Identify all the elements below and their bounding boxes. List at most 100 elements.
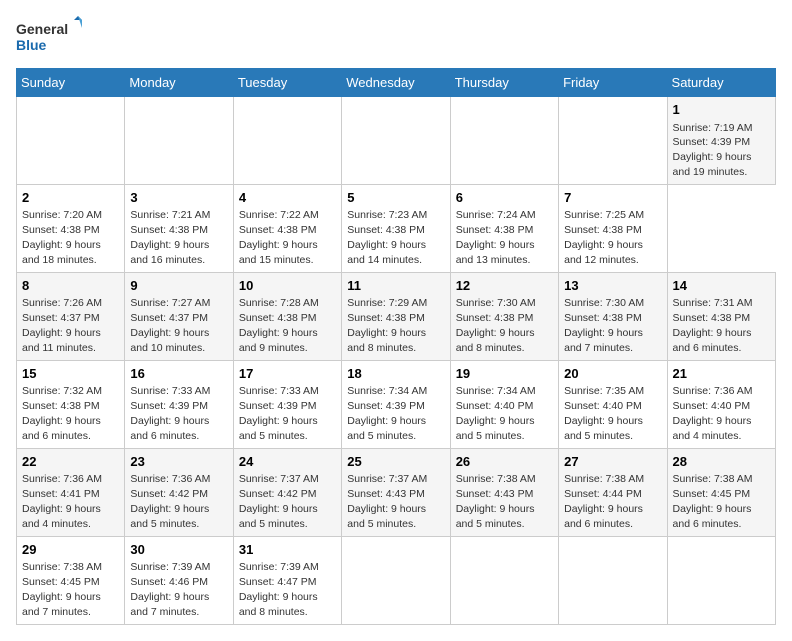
day-info: Sunrise: 7:31 AMSunset: 4:38 PMDaylight:… <box>673 297 753 354</box>
empty-cell <box>125 97 233 185</box>
day-number: 2 <box>22 189 119 207</box>
day-number: 28 <box>673 453 770 471</box>
day-number: 21 <box>673 365 770 383</box>
day-cell: 22 Sunrise: 7:36 AMSunset: 4:41 PMDayligh… <box>17 448 125 536</box>
day-info: Sunrise: 7:25 AMSunset: 4:38 PMDaylight:… <box>564 209 644 266</box>
day-info: Sunrise: 7:39 AMSunset: 4:47 PMDaylight:… <box>239 561 319 618</box>
day-info: Sunrise: 7:37 AMSunset: 4:43 PMDaylight:… <box>347 473 427 530</box>
day-number: 18 <box>347 365 444 383</box>
day-number: 22 <box>22 453 119 471</box>
empty-cell <box>667 536 775 624</box>
day-number: 1 <box>673 101 770 119</box>
day-cell: 23 Sunrise: 7:36 AMSunset: 4:42 PMDayligh… <box>125 448 233 536</box>
day-info: Sunrise: 7:35 AMSunset: 4:40 PMDaylight:… <box>564 385 644 442</box>
day-info: Sunrise: 7:23 AMSunset: 4:38 PMDaylight:… <box>347 209 427 266</box>
day-cell: 24Sunrise: 7:37 AMSunset: 4:42 PMDayligh… <box>233 448 341 536</box>
day-info: Sunrise: 7:36 AMSunset: 4:42 PMDaylight:… <box>130 473 210 530</box>
day-info: Sunrise: 7:29 AMSunset: 4:38 PMDaylight:… <box>347 297 427 354</box>
day-cell: 3Sunrise: 7:21 AMSunset: 4:38 PMDaylight… <box>125 184 233 272</box>
day-info: Sunrise: 7:33 AMSunset: 4:39 PMDaylight:… <box>239 385 319 442</box>
empty-cell <box>559 536 667 624</box>
day-number: 15 <box>22 365 119 383</box>
day-number: 27 <box>564 453 661 471</box>
day-info: Sunrise: 7:36 AMSunset: 4:40 PMDaylight:… <box>673 385 753 442</box>
empty-cell <box>559 97 667 185</box>
day-cell: 15 Sunrise: 7:32 AMSunset: 4:38 PMDayligh… <box>17 360 125 448</box>
day-number: 13 <box>564 277 661 295</box>
day-cell: 2Sunrise: 7:20 AMSunset: 4:38 PMDaylight… <box>17 184 125 272</box>
day-number: 8 <box>22 277 119 295</box>
day-header: Wednesday <box>342 69 450 97</box>
day-cell: 7 Sunrise: 7:25 AMSunset: 4:38 PMDaylight… <box>559 184 667 272</box>
day-info: Sunrise: 7:19 AMSunset: 4:39 PMDaylight:… <box>673 122 753 179</box>
day-number: 20 <box>564 365 661 383</box>
day-number: 9 <box>130 277 227 295</box>
logo: General Blue <box>16 16 86 60</box>
day-info: Sunrise: 7:38 AMSunset: 4:45 PMDaylight:… <box>673 473 753 530</box>
day-cell: 25 Sunrise: 7:37 AMSunset: 4:43 PMDayligh… <box>342 448 450 536</box>
empty-cell <box>450 536 558 624</box>
day-cell: 26Sunrise: 7:38 AMSunset: 4:43 PMDayligh… <box>450 448 558 536</box>
day-number: 14 <box>673 277 770 295</box>
day-number: 23 <box>130 453 227 471</box>
day-cell: 30 Sunrise: 7:39 AMSunset: 4:46 PMDayligh… <box>125 536 233 624</box>
svg-text:Blue: Blue <box>16 37 47 53</box>
day-info: Sunrise: 7:38 AMSunset: 4:45 PMDaylight:… <box>22 561 102 618</box>
day-number: 31 <box>239 541 336 559</box>
day-number: 29 <box>22 541 119 559</box>
day-cell: 14 Sunrise: 7:31 AMSunset: 4:38 PMDayligh… <box>667 272 775 360</box>
day-info: Sunrise: 7:32 AMSunset: 4:38 PMDaylight:… <box>22 385 102 442</box>
day-cell: 16 Sunrise: 7:33 AMSunset: 4:39 PMDayligh… <box>125 360 233 448</box>
day-info: Sunrise: 7:34 AMSunset: 4:39 PMDaylight:… <box>347 385 427 442</box>
day-cell: 12Sunrise: 7:30 AMSunset: 4:38 PMDayligh… <box>450 272 558 360</box>
svg-text:General: General <box>16 21 68 37</box>
empty-cell <box>342 536 450 624</box>
empty-cell <box>233 97 341 185</box>
day-cell: 29 Sunrise: 7:38 AMSunset: 4:45 PMDayligh… <box>17 536 125 624</box>
day-cell: 1 Sunrise: 7:19 AMSunset: 4:39 PMDaylight… <box>667 97 775 185</box>
day-info: Sunrise: 7:39 AMSunset: 4:46 PMDaylight:… <box>130 561 210 618</box>
day-info: Sunrise: 7:26 AMSunset: 4:37 PMDaylight:… <box>22 297 102 354</box>
page-header: General Blue <box>16 16 776 60</box>
empty-cell <box>342 97 450 185</box>
day-number: 6 <box>456 189 553 207</box>
day-cell: 17 Sunrise: 7:33 AMSunset: 4:39 PMDayligh… <box>233 360 341 448</box>
day-cell: 27 Sunrise: 7:38 AMSunset: 4:44 PMDayligh… <box>559 448 667 536</box>
day-number: 7 <box>564 189 661 207</box>
day-cell: 4 Sunrise: 7:22 AMSunset: 4:38 PMDaylight… <box>233 184 341 272</box>
day-info: Sunrise: 7:38 AMSunset: 4:44 PMDaylight:… <box>564 473 644 530</box>
day-number: 3 <box>130 189 227 207</box>
day-cell: 21 Sunrise: 7:36 AMSunset: 4:40 PMDayligh… <box>667 360 775 448</box>
day-info: Sunrise: 7:22 AMSunset: 4:38 PMDaylight:… <box>239 209 319 266</box>
day-cell: 8 Sunrise: 7:26 AMSunset: 4:37 PMDaylight… <box>17 272 125 360</box>
day-number: 4 <box>239 189 336 207</box>
day-info: Sunrise: 7:30 AMSunset: 4:38 PMDaylight:… <box>456 297 536 354</box>
day-number: 30 <box>130 541 227 559</box>
day-number: 5 <box>347 189 444 207</box>
day-cell: 20 Sunrise: 7:35 AMSunset: 4:40 PMDayligh… <box>559 360 667 448</box>
day-info: Sunrise: 7:36 AMSunset: 4:41 PMDaylight:… <box>22 473 102 530</box>
day-header: Saturday <box>667 69 775 97</box>
day-info: Sunrise: 7:30 AMSunset: 4:38 PMDaylight:… <box>564 297 644 354</box>
day-number: 16 <box>130 365 227 383</box>
day-number: 11 <box>347 277 444 295</box>
day-cell: 11 Sunrise: 7:29 AMSunset: 4:38 PMDayligh… <box>342 272 450 360</box>
day-info: Sunrise: 7:34 AMSunset: 4:40 PMDaylight:… <box>456 385 536 442</box>
day-number: 25 <box>347 453 444 471</box>
empty-cell <box>450 97 558 185</box>
day-number: 10 <box>239 277 336 295</box>
day-header: Friday <box>559 69 667 97</box>
calendar-table: SundayMondayTuesdayWednesdayThursdayFrid… <box>16 68 776 625</box>
day-cell: 5 Sunrise: 7:23 AMSunset: 4:38 PMDaylight… <box>342 184 450 272</box>
day-info: Sunrise: 7:38 AMSunset: 4:43 PMDaylight:… <box>456 473 536 530</box>
day-number: 19 <box>456 365 553 383</box>
day-header: Tuesday <box>233 69 341 97</box>
day-info: Sunrise: 7:33 AMSunset: 4:39 PMDaylight:… <box>130 385 210 442</box>
day-cell: 10Sunrise: 7:28 AMSunset: 4:38 PMDayligh… <box>233 272 341 360</box>
day-cell: 19 Sunrise: 7:34 AMSunset: 4:40 PMDayligh… <box>450 360 558 448</box>
day-header: Monday <box>125 69 233 97</box>
logo-icon: General Blue <box>16 16 86 60</box>
day-cell: 28 Sunrise: 7:38 AMSunset: 4:45 PMDayligh… <box>667 448 775 536</box>
day-number: 17 <box>239 365 336 383</box>
day-cell: 18 Sunrise: 7:34 AMSunset: 4:39 PMDayligh… <box>342 360 450 448</box>
